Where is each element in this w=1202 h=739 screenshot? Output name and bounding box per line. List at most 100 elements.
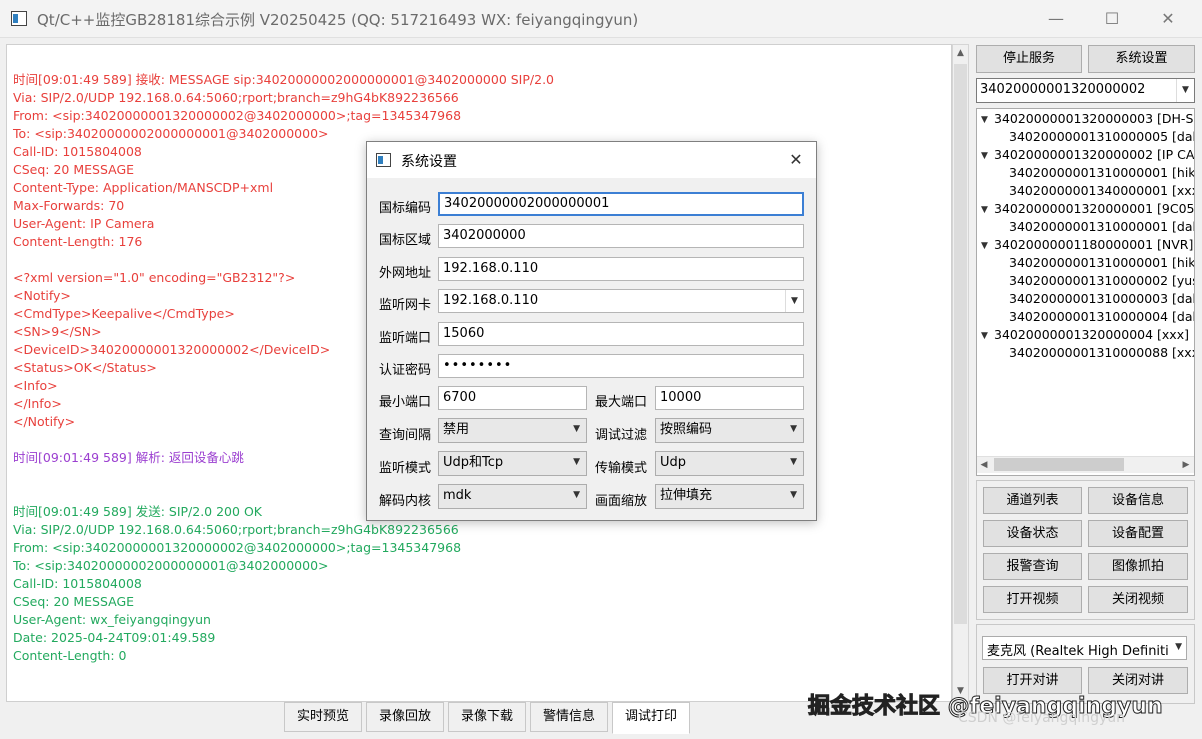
- tree-channel-node[interactable]: 34020000001310000002 [yush: [1009, 273, 1194, 288]
- min-port-input[interactable]: 6700: [438, 386, 587, 410]
- transport-mode-select[interactable]: Udp ▼: [655, 451, 804, 476]
- log-line: <?xml version="1.0" encoding="GB2312"?>: [13, 270, 296, 285]
- log-line: Date: 2025-04-24T09:01:49.589: [13, 630, 216, 645]
- device-tree[interactable]: ▼ 34020000001320000003 [DH-SH 340200000013…: [976, 108, 1195, 476]
- tree-channel-node[interactable]: 34020000001310000001 [hika: [1009, 165, 1194, 180]
- log-line: To: <sip:34020000002000000001@3402000000…: [13, 558, 329, 573]
- expand-arrow-icon[interactable]: ▼: [981, 205, 988, 215]
- tree-channel-node[interactable]: 34020000001310000001 [hika: [1009, 255, 1194, 270]
- log-line: Via: SIP/2.0/UDP 192.168.0.64:5060;rport…: [13, 522, 459, 537]
- listen-nic-value: 192.168.0.110: [443, 293, 539, 308]
- system-settings-button[interactable]: 系统设置: [1088, 45, 1195, 73]
- debug-filter-value: 按照编码: [660, 422, 713, 437]
- auth-password-input[interactable]: ••••••••: [438, 354, 804, 378]
- query-interval-label: 查询间隔: [379, 428, 432, 443]
- query-interval-select[interactable]: 禁用 ▼: [438, 418, 587, 443]
- national-code-input[interactable]: 34020000002000000001: [438, 192, 804, 216]
- scale-select[interactable]: 拉伸填充 ▼: [655, 484, 804, 509]
- log-line: Content-Type: Application/MANSCDP+xml: [13, 180, 274, 195]
- expand-arrow-icon[interactable]: ▼: [981, 331, 988, 341]
- minimize-button[interactable]: —: [1033, 0, 1079, 38]
- national-area-input[interactable]: 3402000000: [438, 224, 804, 248]
- tab-record-playback[interactable]: 录像回放: [366, 702, 444, 732]
- channel-list-button[interactable]: 通道列表: [983, 487, 1082, 514]
- tree-channel-node[interactable]: 34020000001310000004 [dah: [1009, 309, 1194, 324]
- audio-device-select[interactable]: 麦克风 (Realtek High Definiti ▼: [982, 636, 1187, 660]
- tree-device-node[interactable]: 34020000001320000003 [DH-SH: [994, 111, 1194, 126]
- log-line: </Info>: [13, 396, 62, 411]
- chevron-down-icon[interactable]: ▼: [785, 290, 803, 312]
- tree-device-node[interactable]: 34020000001320000004 [xxx]: [994, 327, 1189, 342]
- tab-debug-print[interactable]: 调试打印: [612, 702, 690, 734]
- snapshot-button[interactable]: 图像抓拍: [1088, 553, 1188, 580]
- expand-arrow-icon[interactable]: ▼: [981, 241, 988, 251]
- tree-channel-node[interactable]: 34020000001310000003 [dah: [1009, 291, 1194, 306]
- log-line: CSeq: 20 MESSAGE: [13, 594, 135, 609]
- scroll-right-icon[interactable]: ▶: [1181, 460, 1191, 470]
- tree-channel-node[interactable]: 34020000001340000001 [xxx]: [1009, 183, 1194, 198]
- expand-arrow-icon[interactable]: ▼: [981, 115, 988, 125]
- query-interval-value: 禁用: [443, 422, 470, 437]
- log-scroll-thumb[interactable]: [954, 64, 967, 624]
- chevron-down-icon: ▼: [790, 424, 797, 434]
- log-line: <Status>OK</Status>: [13, 360, 157, 375]
- max-port-input[interactable]: 10000: [655, 386, 804, 410]
- tab-realtime-preview[interactable]: 实时预览: [284, 702, 362, 732]
- device-select-value: 34020000001320000002: [980, 82, 1146, 97]
- dialog-close-icon[interactable]: ✕: [781, 148, 811, 172]
- device-config-button[interactable]: 设备配置: [1088, 520, 1188, 547]
- decode-core-select[interactable]: mdk ▼: [438, 484, 587, 509]
- tree-channel-node[interactable]: 34020000001310000001 [dah: [1009, 219, 1194, 234]
- wan-address-input[interactable]: 192.168.0.110: [438, 257, 804, 281]
- device-info-button[interactable]: 设备信息: [1088, 487, 1188, 514]
- listen-mode-value: Udp和Tcp: [443, 455, 504, 470]
- min-port-label: 最小端口: [379, 395, 432, 410]
- listen-nic-combo[interactable]: 192.168.0.110 ▼: [438, 289, 804, 313]
- device-status-button[interactable]: 设备状态: [983, 520, 1082, 547]
- tree-channel-node[interactable]: 34020000001310000088 [xxx]: [1009, 345, 1194, 360]
- scroll-up-icon[interactable]: ▲: [955, 48, 966, 58]
- log-line: <Notify>: [13, 288, 71, 303]
- chevron-down-icon: ▼: [573, 490, 580, 500]
- listen-port-input[interactable]: 15060: [438, 322, 804, 346]
- title-bar: Qt/C++监控GB28181综合示例 V20250425 (QQ: 51721…: [0, 0, 1202, 38]
- chevron-down-icon[interactable]: ▼: [1176, 79, 1194, 102]
- close-video-button[interactable]: 关闭视频: [1088, 586, 1188, 613]
- alarm-query-button[interactable]: 报警查询: [983, 553, 1082, 580]
- auth-password-label: 认证密码: [379, 363, 432, 378]
- chevron-down-icon: ▼: [573, 457, 580, 467]
- listen-mode-select[interactable]: Udp和Tcp ▼: [438, 451, 587, 476]
- log-line: </Notify>: [13, 414, 76, 429]
- log-line: Call-ID: 1015804008: [13, 576, 142, 591]
- tree-channel-node[interactable]: 34020000001310000005 [dah: [1009, 129, 1194, 144]
- audio-device-value: 麦克风 (Realtek High Definiti: [987, 644, 1169, 659]
- transport-mode-label: 传输模式: [595, 461, 648, 476]
- max-port-label: 最大端口: [595, 395, 648, 410]
- app-icon: [11, 11, 27, 26]
- tab-alarm-info[interactable]: 警情信息: [530, 702, 608, 732]
- tree-device-node[interactable]: 34020000001180000001 [NVR]: [994, 237, 1193, 252]
- log-line: Content-Length: 176: [13, 234, 143, 249]
- log-line: CSeq: 20 MESSAGE: [13, 162, 135, 177]
- tab-record-download[interactable]: 录像下载: [448, 702, 526, 732]
- window-title: Qt/C++监控GB28181综合示例 V20250425 (QQ: 51721…: [37, 11, 639, 29]
- open-video-button[interactable]: 打开视频: [983, 586, 1082, 613]
- expand-arrow-icon[interactable]: ▼: [981, 151, 988, 161]
- log-line: From: <sip:34020000001320000002@34020000…: [13, 540, 462, 555]
- scroll-left-icon[interactable]: ◀: [979, 460, 989, 470]
- maximize-button[interactable]: ☐: [1089, 0, 1135, 38]
- tree-scroll-thumb[interactable]: [994, 458, 1124, 471]
- close-button[interactable]: ✕: [1145, 0, 1191, 38]
- debug-filter-select[interactable]: 按照编码 ▼: [655, 418, 804, 443]
- tree-device-node[interactable]: 34020000001320000001 [9C050: [994, 201, 1194, 216]
- listen-port-label: 监听端口: [379, 331, 432, 346]
- chevron-down-icon[interactable]: ▼: [1175, 642, 1182, 652]
- log-line: 时间[09:01:49 589] 解析: 返回设备心跳: [13, 450, 244, 465]
- log-line: <Info>: [13, 378, 58, 393]
- tree-device-node[interactable]: 34020000001320000002 [IP CAM: [994, 147, 1194, 162]
- stop-service-button[interactable]: 停止服务: [976, 45, 1082, 73]
- device-select[interactable]: 34020000001320000002 ▼: [976, 78, 1195, 103]
- listen-nic-label: 监听网卡: [379, 298, 432, 313]
- log-line: Content-Length: 0: [13, 648, 127, 663]
- national-code-label: 国标编码: [379, 201, 432, 216]
